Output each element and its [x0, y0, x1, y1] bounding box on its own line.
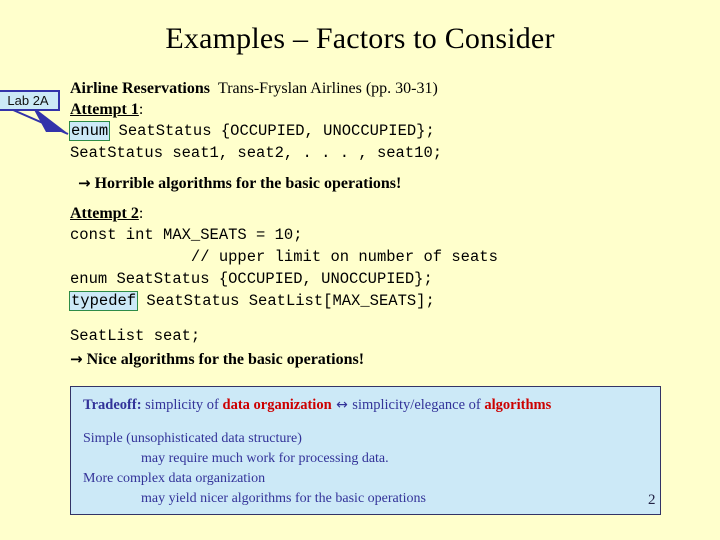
- attempt1-heading: Attempt 1:: [70, 99, 670, 120]
- attempt1-code-line-2: SeatStatus seat1, seat2, . . . , seat10;: [70, 144, 443, 162]
- attempt2-code-line-3: enum SeatStatus {OCCUPIED, UNOCCUPIED};: [70, 270, 433, 288]
- typedef-keyword-highlight: typedef: [69, 291, 139, 311]
- attempt1-colon: :: [138, 101, 144, 118]
- tradeoff-seg2: simplicity/elegance of: [352, 397, 485, 413]
- attempt2-code-line-1: const int MAX_SEATS = 10;: [70, 226, 303, 244]
- attempt2-colon: :: [138, 205, 144, 222]
- attempt2-heading: Attempt 2:: [70, 203, 670, 224]
- attempt2-code-line-2: // upper limit on number of seats: [70, 248, 498, 266]
- attempt1-code-rest: SeatStatus {OCCUPIED, UNOCCUPIED};: [109, 122, 435, 140]
- page-title: Examples – Factors to Consider: [165, 22, 555, 55]
- lab-callout[interactable]: Lab 2A: [0, 90, 126, 142]
- right-arrow-icon: →: [70, 350, 83, 368]
- slide-body: Airline Reservations Trans-Fryslan Airli…: [69, 78, 670, 372]
- attempt1-code-line-1: enum SeatStatus {OCCUPIED, UNOCCUPIED};: [69, 120, 670, 142]
- attempt2-label: Attempt 2: [70, 205, 139, 222]
- attempt2-code-line-4: typedef SeatStatus SeatList[MAX_SEATS];: [69, 290, 670, 312]
- result1-line: → Horrible algorithms for the basic oper…: [70, 171, 670, 196]
- airline-heading-rest: Trans-Fryslan Airlines (pp. 30-31): [217, 80, 438, 97]
- left-right-arrow-icon: ↔: [331, 397, 353, 413]
- tradeoff-red-term-1: data organization: [222, 397, 332, 413]
- result2-text: Nice algorithms for the basic operations…: [86, 351, 365, 368]
- tradeoff-body-line-3: More complex data organization: [83, 471, 266, 486]
- tradeoff-panel: Tradeoff: simplicity of data organizatio…: [70, 386, 661, 515]
- result2-line: → Nice algorithms for the basic operatio…: [70, 347, 670, 372]
- tradeoff-body-line-4: may yield nicer algorithms for the basic…: [141, 491, 426, 506]
- attempt2-code-rest: SeatStatus SeatList[MAX_SEATS];: [137, 292, 435, 310]
- tradeoff-lead-label: Tradeoff:: [83, 397, 142, 413]
- right-arrow-icon: →: [78, 174, 91, 192]
- tradeoff-body-line-2: may require much work for processing dat…: [141, 451, 389, 466]
- slide-canvas: Examples – Factors to Consider Lab 2A Ai…: [0, 0, 720, 540]
- result1-text: Horrible algorithms for the basic operat…: [94, 175, 402, 192]
- tradeoff-body: Simple (unsophisticated data structure) …: [83, 429, 650, 509]
- lab-callout-label[interactable]: Lab 2A: [0, 90, 60, 111]
- airline-heading-line: Airline Reservations Trans-Fryslan Airli…: [70, 78, 670, 99]
- page-number: 2: [648, 492, 656, 508]
- tradeoff-body-line-1: Simple (unsophisticated data structure): [83, 431, 302, 446]
- attempt2-code-line-5: SeatList seat;: [70, 327, 201, 345]
- tradeoff-red-term-2: algorithms: [484, 397, 552, 413]
- tradeoff-seg1: simplicity of: [141, 397, 223, 413]
- tradeoff-headline: Tradeoff: simplicity of data organizatio…: [83, 395, 650, 415]
